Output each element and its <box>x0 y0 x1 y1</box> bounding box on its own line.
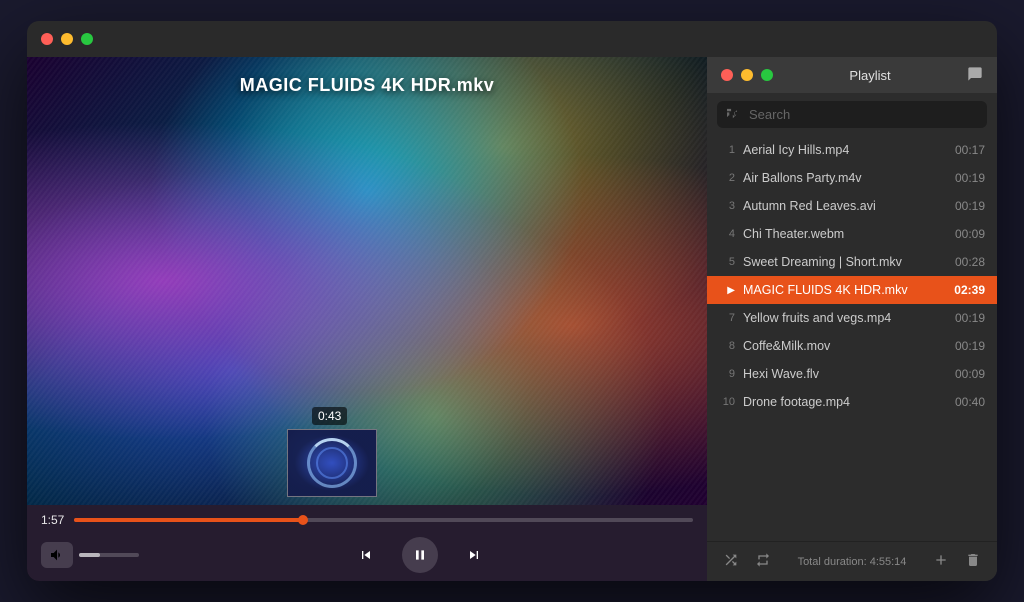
delete-button[interactable] <box>961 548 985 575</box>
playlist-title: Playlist <box>849 68 890 83</box>
app-window: MAGIC FLUIDS 4K HDR.mkv 0:43 1:57 <box>27 21 997 581</box>
play-indicator: ▶ <box>719 285 735 296</box>
volume-track[interactable] <box>79 553 139 557</box>
progress-track[interactable] <box>74 518 693 522</box>
playlist-item[interactable]: ▶ 6 MAGIC FLUIDS 4K HDR.mkv 02:39 <box>707 276 997 304</box>
maximize-button[interactable] <box>81 33 93 45</box>
center-controls <box>147 537 693 573</box>
add-button[interactable] <box>929 548 953 575</box>
playlist-panel: Playlist <box>707 57 997 581</box>
item-duration: 00:19 <box>955 171 985 185</box>
playlist-item[interactable]: ▶ 1 Aerial Icy Hills.mp4 00:17 <box>707 136 997 164</box>
playlist-items: ▶ 1 Aerial Icy Hills.mp4 00:17 ▶ 2 Air B… <box>707 136 997 541</box>
item-duration: 00:28 <box>955 255 985 269</box>
item-duration: 00:19 <box>955 199 985 213</box>
progress-row: 1:57 <box>41 513 693 527</box>
item-name: Aerial Icy Hills.mp4 <box>743 143 947 157</box>
item-number: ▶ 10 <box>719 396 735 408</box>
item-number: ▶ 3 <box>719 200 735 212</box>
item-number: ▶ 4 <box>719 228 735 240</box>
chat-icon <box>967 66 983 82</box>
item-number: ▶ 9 <box>719 368 735 380</box>
close-button[interactable] <box>41 33 53 45</box>
item-number: ▶ 8 <box>719 340 735 352</box>
video-background: MAGIC FLUIDS 4K HDR.mkv 0:43 <box>27 57 707 505</box>
playlist-item[interactable]: ▶ 8 Coffe&Milk.mov 00:19 <box>707 332 997 360</box>
shuffle-icon <box>723 552 739 568</box>
playlist-item[interactable]: ▶ 3 Autumn Red Leaves.avi 00:19 <box>707 192 997 220</box>
item-name: Air Ballons Party.m4v <box>743 171 947 185</box>
time-tooltip: 0:43 <box>312 407 347 425</box>
thumbnail-inner <box>288 430 376 496</box>
item-number: ▶ 7 <box>719 312 735 324</box>
add-icon <box>933 552 949 568</box>
item-duration: 00:19 <box>955 311 985 325</box>
playlist-traffic-lights <box>721 69 773 81</box>
item-name: Chi Theater.webm <box>743 227 947 241</box>
title-bar <box>27 21 997 57</box>
playlist-header: Playlist <box>707 57 997 93</box>
next-button[interactable] <box>458 539 490 571</box>
thumbnail-preview <box>287 429 377 497</box>
playlist-item[interactable]: ▶ 2 Air Ballons Party.m4v 00:19 <box>707 164 997 192</box>
play-pause-button[interactable] <box>402 537 438 573</box>
item-name: Sweet Dreaming | Short.mkv <box>743 255 947 269</box>
item-number: ▶ 6 <box>719 285 735 296</box>
item-name: Autumn Red Leaves.avi <box>743 199 947 213</box>
item-number: ▶ 2 <box>719 172 735 184</box>
item-name: Hexi Wave.flv <box>743 367 947 381</box>
volume-icon <box>49 547 65 563</box>
search-input-wrap <box>717 101 987 128</box>
item-name: Yellow fruits and vegs.mp4 <box>743 311 947 325</box>
playlist-item[interactable]: ▶ 7 Yellow fruits and vegs.mp4 00:19 <box>707 304 997 332</box>
item-duration: 00:40 <box>955 395 985 409</box>
volume-fill <box>79 553 100 557</box>
video-area: MAGIC FLUIDS 4K HDR.mkv 0:43 1:57 <box>27 57 707 581</box>
playlist-item[interactable]: ▶ 10 Drone footage.mp4 00:40 <box>707 388 997 416</box>
playlist-item[interactable]: ▶ 5 Sweet Dreaming | Short.mkv 00:28 <box>707 248 997 276</box>
shuffle-search-icon <box>727 106 741 123</box>
search-input[interactable] <box>749 107 977 122</box>
playlist-view-button[interactable] <box>967 66 983 85</box>
volume-section <box>41 542 139 568</box>
main-content: MAGIC FLUIDS 4K HDR.mkv 0:43 1:57 <box>27 57 997 581</box>
progress-fill <box>74 518 303 522</box>
pause-icon <box>412 547 428 563</box>
item-name: MAGIC FLUIDS 4K HDR.mkv <box>743 283 946 297</box>
repeat-icon <box>755 552 771 568</box>
playlist-footer: Total duration: 4:55:14 <box>707 541 997 581</box>
item-number: ▶ 1 <box>719 144 735 156</box>
next-icon <box>466 547 482 563</box>
trash-icon <box>965 552 981 568</box>
prev-button[interactable] <box>350 539 382 571</box>
progress-thumb <box>298 515 308 525</box>
item-duration: 00:19 <box>955 339 985 353</box>
repeat-button[interactable] <box>751 548 775 575</box>
total-duration: Total duration: 4:55:14 <box>783 556 921 568</box>
playlist-item[interactable]: ▶ 9 Hexi Wave.flv 00:09 <box>707 360 997 388</box>
minimize-button[interactable] <box>61 33 73 45</box>
traffic-lights <box>41 33 93 45</box>
controls-bar: 1:57 <box>27 505 707 581</box>
item-duration: 00:09 <box>955 367 985 381</box>
search-bar <box>707 93 997 136</box>
pl-maximize-button[interactable] <box>761 69 773 81</box>
shuffle-button[interactable] <box>719 548 743 575</box>
item-duration: 00:17 <box>955 143 985 157</box>
playlist-item[interactable]: ▶ 4 Chi Theater.webm 00:09 <box>707 220 997 248</box>
item-duration: 00:09 <box>955 227 985 241</box>
current-time: 1:57 <box>41 513 64 527</box>
item-number: ▶ 5 <box>719 256 735 268</box>
search-icon <box>727 106 741 120</box>
item-duration: 02:39 <box>954 283 985 297</box>
buttons-row <box>41 537 693 573</box>
pl-close-button[interactable] <box>721 69 733 81</box>
item-name: Coffe&Milk.mov <box>743 339 947 353</box>
video-title: MAGIC FLUIDS 4K HDR.mkv <box>27 75 707 96</box>
pl-minimize-button[interactable] <box>741 69 753 81</box>
thumbnail-swirl <box>307 438 357 488</box>
item-name: Drone footage.mp4 <box>743 395 947 409</box>
volume-button[interactable] <box>41 542 73 568</box>
prev-icon <box>358 547 374 563</box>
